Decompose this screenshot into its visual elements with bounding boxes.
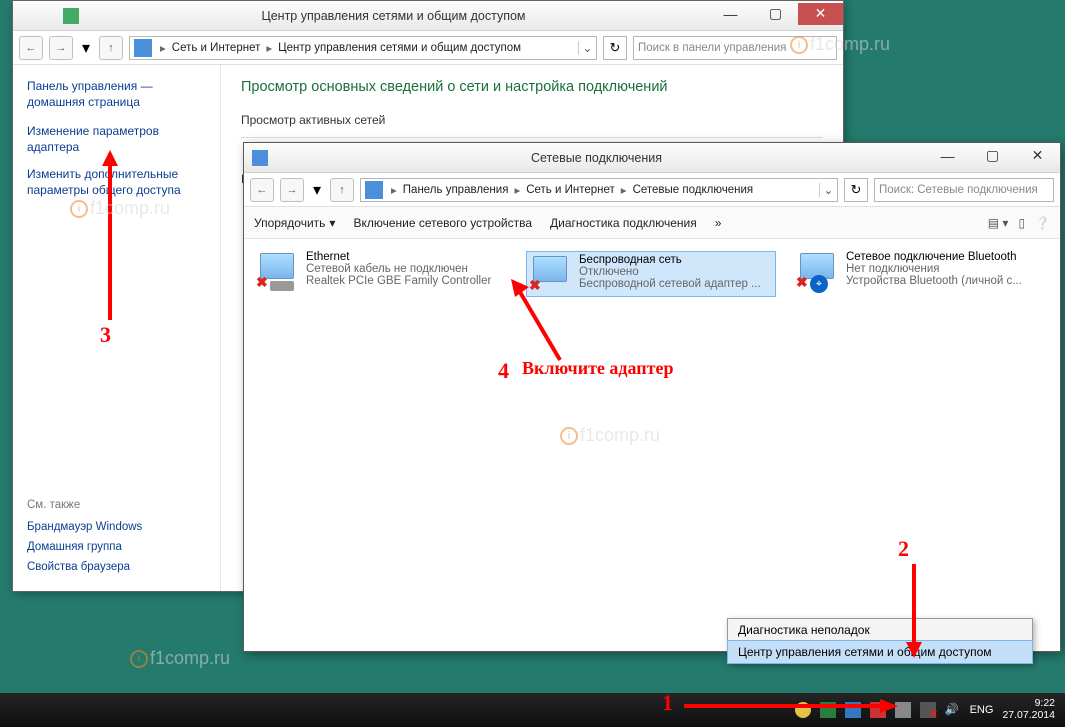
- tray-icon[interactable]: [845, 702, 861, 718]
- nav-up-button[interactable]: ↑: [330, 178, 354, 202]
- bt-adapter-icon: ✖⌖: [796, 251, 840, 291]
- connections-list: ✖ EthernetСетевой кабель не подключенReal…: [244, 239, 1060, 309]
- tray-icon[interactable]: [795, 702, 811, 718]
- taskbar[interactable]: ✖ 🔊 ENG 9:22 27.07.2014: [0, 693, 1065, 727]
- tray-context-menu: Диагностика неполадок Центр управления с…: [727, 618, 1033, 664]
- eth-adapter-icon: ✖: [256, 251, 300, 291]
- connection-status: Сетевой кабель не подключен: [306, 263, 491, 275]
- search-input[interactable]: Поиск: Сетевые подключения: [874, 178, 1054, 202]
- action-center-icon[interactable]: [895, 702, 911, 718]
- win2-title: Сетевые подключения: [268, 151, 925, 165]
- organize-menu[interactable]: Упорядочить▾: [254, 216, 335, 230]
- chevron-right-icon: ▸: [156, 41, 170, 55]
- watermark: if1comp.ru: [130, 648, 230, 669]
- chevron-right-icon: ▸: [510, 183, 524, 197]
- win2-address-bar: ← → ▾ ↑ ▸ Панель управления ▸ Сеть и Инт…: [244, 173, 1060, 207]
- breadcrumb-seg[interactable]: Центр управления сетями и общим доступом: [276, 42, 523, 54]
- window-icon: [63, 8, 79, 24]
- control-panel-home-link[interactable]: Панель управления — домашняя страница: [27, 79, 206, 110]
- connection-status: Отключено: [579, 266, 761, 278]
- search-placeholder: Поиск в панели управления: [638, 42, 786, 54]
- breadcrumb-seg[interactable]: Сеть и Интернет: [524, 184, 617, 196]
- address-dropdown[interactable]: ⌄: [578, 41, 596, 55]
- connection-item[interactable]: ✖⌖ Сетевое подключение BluetoothНет подкл…: [796, 251, 1046, 297]
- language-indicator[interactable]: ENG: [970, 704, 994, 716]
- see-also-heading: См. также: [27, 499, 206, 511]
- minimize-button[interactable]: —: [925, 145, 970, 167]
- troubleshoot-menu-item[interactable]: Диагностика неполадок: [728, 619, 1032, 641]
- internet-options-link[interactable]: Свойства браузера: [27, 561, 206, 573]
- system-tray: ✖ 🔊 ENG 9:22 27.07.2014: [795, 698, 1065, 721]
- nav-back-button[interactable]: ←: [19, 36, 43, 60]
- control-panel-icon: [134, 39, 152, 57]
- clock[interactable]: 9:22 27.07.2014: [1002, 698, 1055, 721]
- refresh-button[interactable]: ↻: [844, 178, 868, 202]
- advanced-sharing-settings-link[interactable]: Изменить дополнительные параметры общего…: [27, 167, 206, 198]
- connection-device: Беспроводной сетевой адаптер ...: [579, 278, 761, 290]
- chevron-right-icon: ▸: [262, 41, 276, 55]
- tray-icon[interactable]: [820, 702, 836, 718]
- nav-back-button[interactable]: ←: [250, 178, 274, 202]
- network-icon: [365, 181, 383, 199]
- maximize-button[interactable]: ▢: [753, 3, 798, 25]
- search-placeholder: Поиск: Сетевые подключения: [879, 184, 1038, 196]
- connection-name: Беспроводная сеть: [579, 254, 761, 266]
- open-network-center-menu-item[interactable]: Центр управления сетями и общим доступом: [727, 640, 1033, 664]
- breadcrumb[interactable]: ▸ Панель управления ▸ Сеть и Интернет ▸ …: [360, 178, 838, 202]
- homegroup-link[interactable]: Домашняя группа: [27, 541, 206, 553]
- tray-icon[interactable]: [870, 702, 886, 718]
- page-heading: Просмотр основных сведений о сети и наст…: [241, 79, 823, 95]
- close-button[interactable]: ✕: [798, 3, 843, 25]
- refresh-button[interactable]: ↻: [603, 36, 627, 60]
- wifi-adapter-icon: ✖: [529, 254, 573, 294]
- win2-titlebar[interactable]: Сетевые подключения — ▢ ✕: [244, 143, 1060, 173]
- connection-status: Нет подключения: [846, 263, 1022, 275]
- close-button[interactable]: ✕: [1015, 145, 1060, 167]
- change-adapter-settings-link[interactable]: Изменение параметров адаптера: [27, 124, 206, 155]
- nav-up-button[interactable]: ↑: [99, 36, 123, 60]
- breadcrumb-seg[interactable]: Панель управления: [401, 184, 511, 196]
- nav-forward-button[interactable]: →: [49, 36, 73, 60]
- maximize-button[interactable]: ▢: [970, 145, 1015, 167]
- firewall-link[interactable]: Брандмауэр Windows: [27, 521, 206, 533]
- minimize-button[interactable]: —: [708, 3, 753, 25]
- more-cmd[interactable]: »: [715, 216, 722, 230]
- connection-item[interactable]: ✖ EthernetСетевой кабель не подключенReal…: [256, 251, 506, 297]
- chevron-right-icon: ▸: [387, 183, 401, 197]
- chevron-down-icon: ▾: [329, 216, 335, 230]
- connection-device: Realtek PCIe GBE Family Controller: [306, 275, 491, 287]
- win1-address-bar: ← → ▾ ↑ ▸ Сеть и Интернет ▸ Центр управл…: [13, 31, 843, 65]
- breadcrumb-seg[interactable]: Сеть и Интернет: [170, 42, 263, 54]
- enable-device-cmd[interactable]: Включение сетевого устройства: [353, 216, 532, 230]
- active-networks-label: Просмотр активных сетей: [241, 113, 823, 127]
- win1-title: Центр управления сетями и общим доступом: [79, 9, 708, 23]
- address-dropdown[interactable]: ⌄: [819, 183, 837, 197]
- search-input[interactable]: Поиск в панели управления: [633, 36, 837, 60]
- nav-forward-button[interactable]: →: [280, 178, 304, 202]
- network-tray-icon[interactable]: ✖: [920, 702, 936, 718]
- view-icons-button[interactable]: ▤ ▾: [988, 216, 1009, 230]
- diagnose-cmd[interactable]: Диагностика подключения: [550, 216, 697, 230]
- network-connections-window: Сетевые подключения — ▢ ✕ ← → ▾ ↑ ▸ Пане…: [243, 142, 1061, 652]
- help-button[interactable]: ❔: [1035, 216, 1050, 230]
- command-bar: Упорядочить▾ Включение сетевого устройст…: [244, 207, 1060, 239]
- nav-history-button[interactable]: ▾: [310, 180, 324, 200]
- chevron-right-icon: ▸: [617, 183, 631, 197]
- connection-name: Сетевое подключение Bluetooth: [846, 251, 1022, 263]
- breadcrumb[interactable]: ▸ Сеть и Интернет ▸ Центр управления сет…: [129, 36, 597, 60]
- connection-device: Устройства Bluetooth (личной с...: [846, 275, 1022, 287]
- breadcrumb-seg[interactable]: Сетевые подключения: [631, 184, 756, 196]
- see-also-section: См. также Брандмауэр Windows Домашняя гр…: [27, 499, 206, 573]
- volume-icon[interactable]: 🔊: [945, 702, 961, 718]
- connection-name: Ethernet: [306, 251, 491, 263]
- window-icon: [252, 150, 268, 166]
- divider: [241, 137, 823, 138]
- win1-titlebar[interactable]: Центр управления сетями и общим доступом…: [13, 1, 843, 31]
- win1-sidebar: Панель управления — домашняя страница Из…: [13, 65, 221, 591]
- connection-item[interactable]: ✖ Беспроводная сетьОтключеноБеспроводной …: [526, 251, 776, 297]
- nav-history-button[interactable]: ▾: [79, 38, 93, 58]
- preview-pane-button[interactable]: ▯: [1018, 216, 1025, 230]
